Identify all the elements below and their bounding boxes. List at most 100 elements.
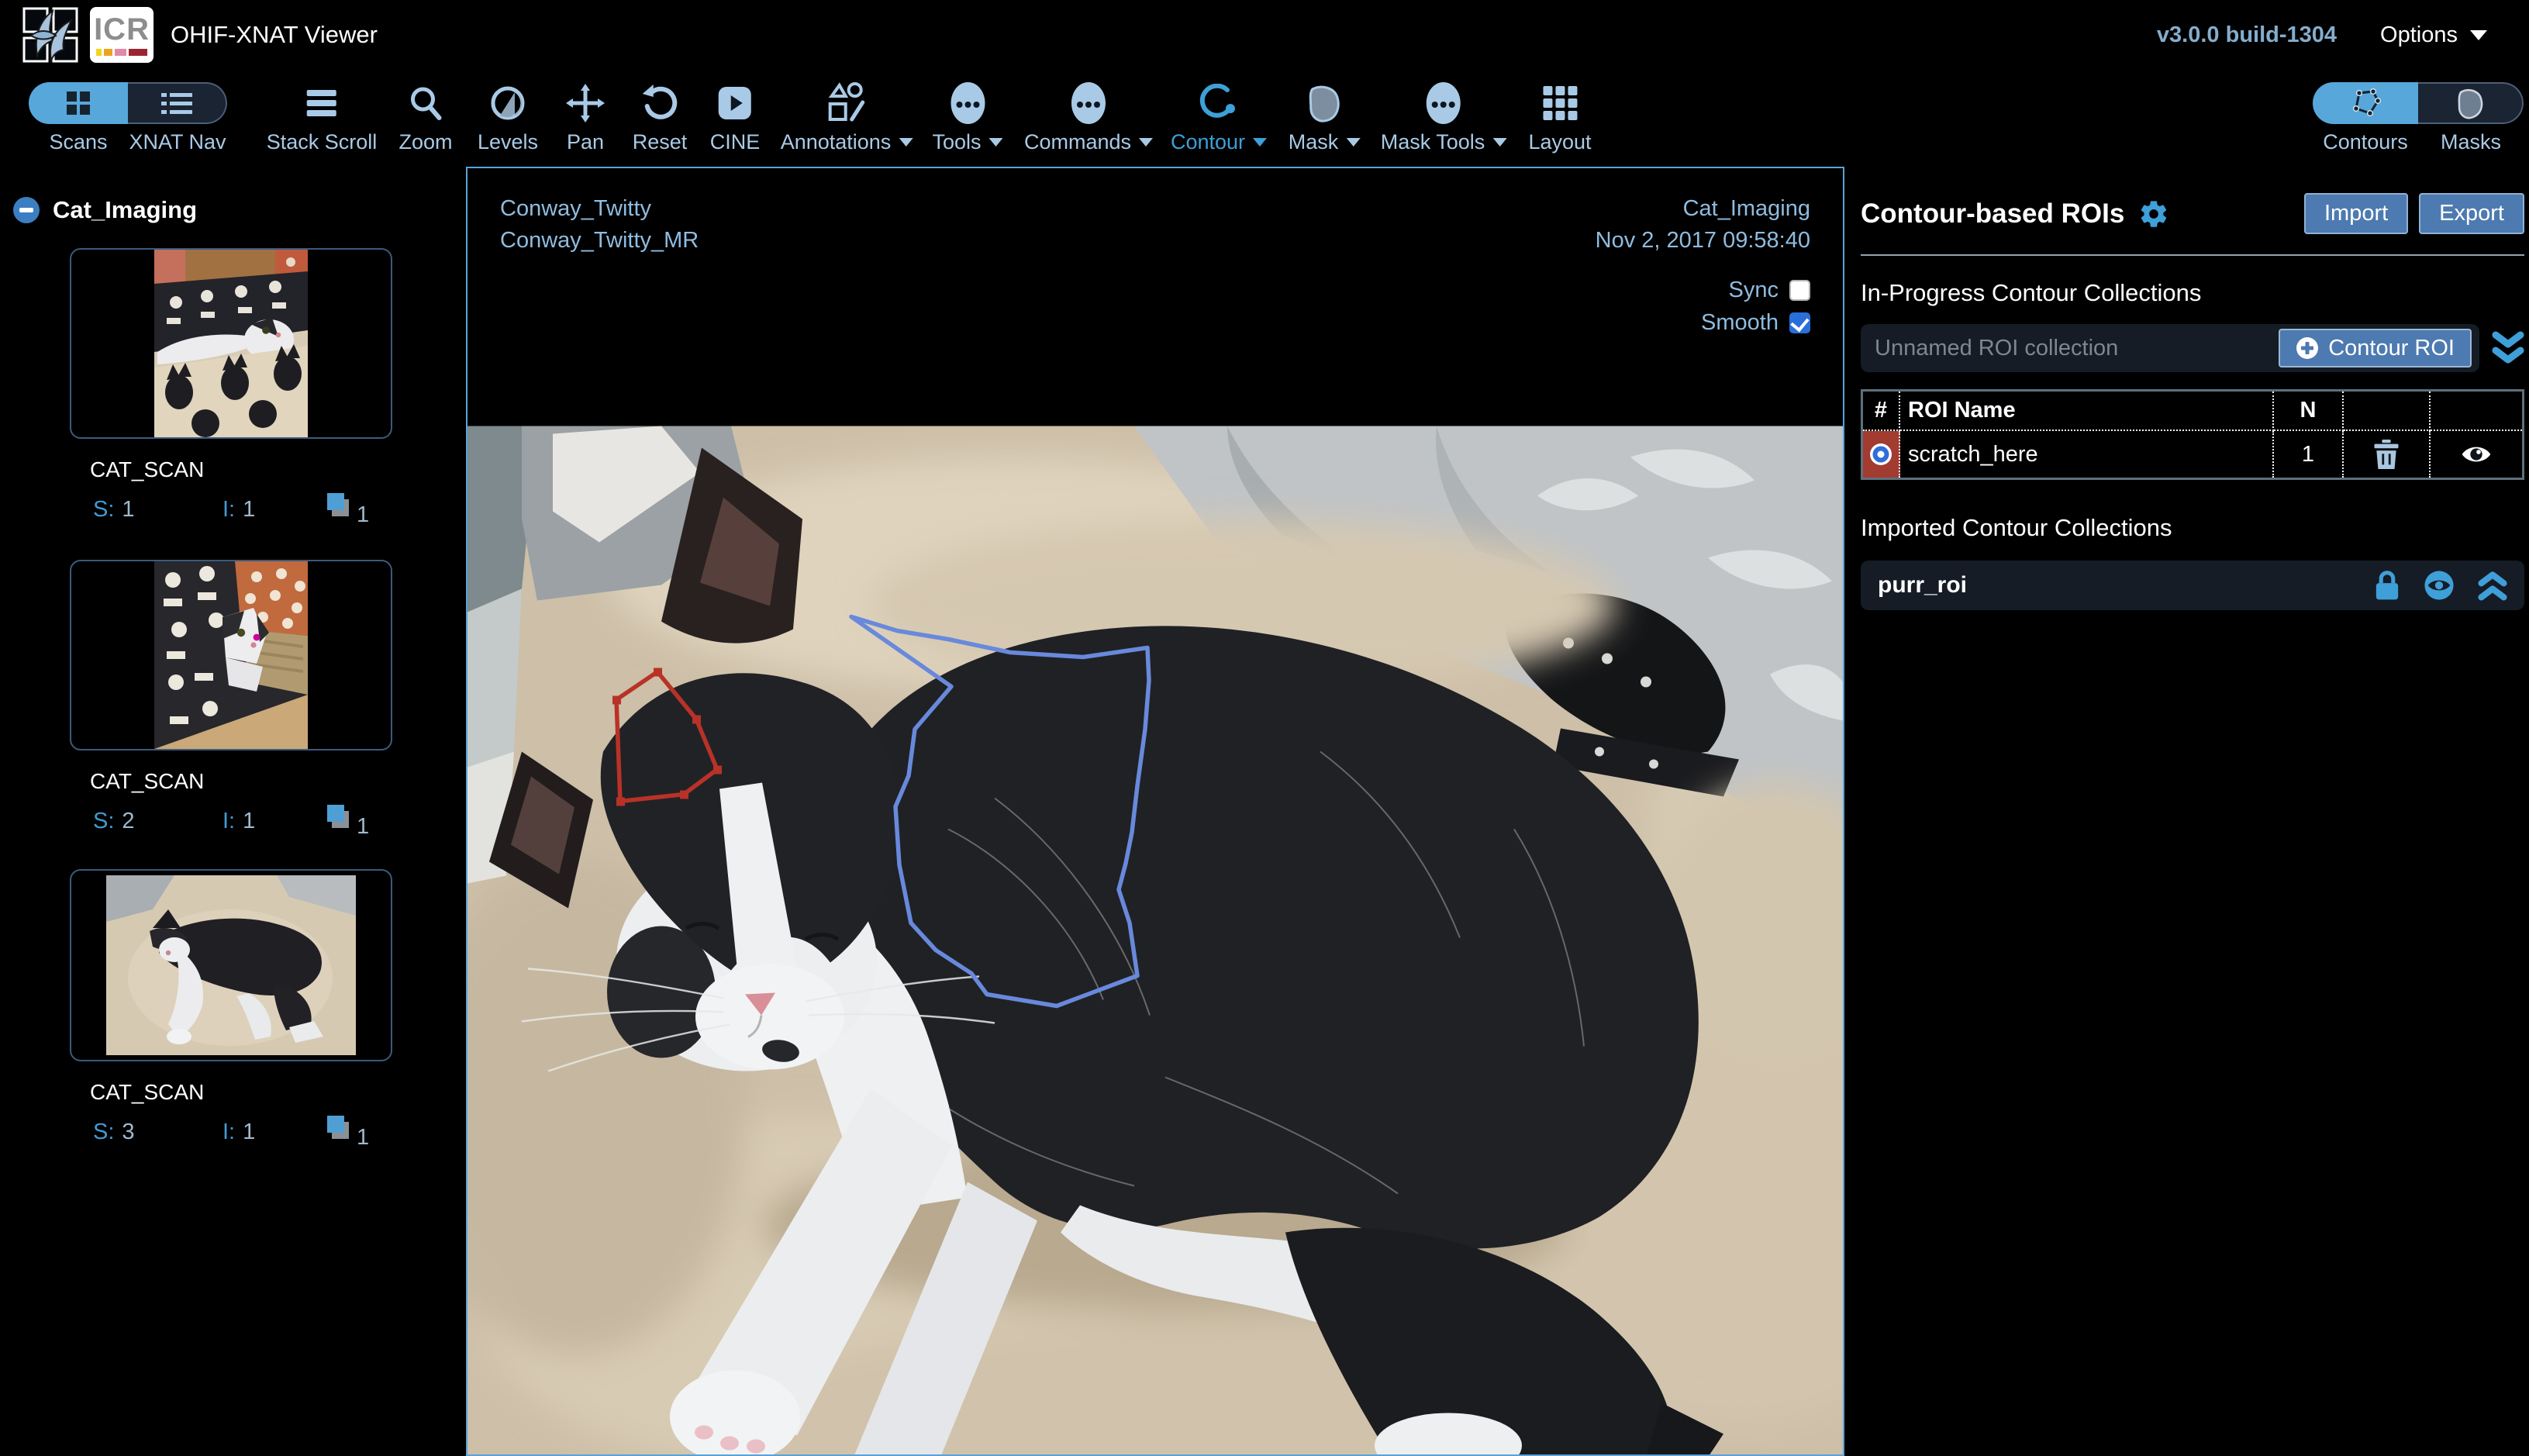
app-title: OHIF-XNAT Viewer — [171, 21, 378, 49]
lock-icon — [2374, 570, 2400, 601]
viewport-toggles: Sync Smooth — [1701, 269, 1810, 334]
thumbnail-image — [106, 875, 356, 1055]
image-viewport[interactable]: Conway_Twitty Conway_Twitty_MR Cat_Imagi… — [466, 167, 1844, 1456]
eye-circle-icon — [2424, 570, 2455, 601]
toolbar-mask[interactable]: Mask — [1289, 79, 1361, 154]
scan-stats: S:1 I:1 1 — [93, 492, 466, 528]
scan-name: CAT_SCAN — [90, 457, 466, 482]
in-progress-heading: In-Progress Contour Collections — [1861, 279, 2524, 307]
roi-n-cell: 1 — [2274, 431, 2344, 478]
expand-collection-button[interactable] — [2478, 569, 2507, 602]
scan-item: CAT_SCAN S:1 I:1 1 — [0, 248, 466, 528]
blob-icon — [1306, 83, 1342, 123]
chevron-down-icon — [899, 138, 913, 147]
scan-stats: S:2 I:1 1 — [93, 803, 466, 840]
smooth-checkbox[interactable] — [1789, 312, 1810, 333]
toolbar-tools[interactable]: Tools — [932, 79, 1002, 154]
chevron-down-icon — [989, 138, 1003, 147]
chevron-down-icon — [1492, 138, 1506, 147]
toolbar-stack-scroll[interactable]: Stack Scroll — [267, 79, 378, 154]
contours-toggle-label: Contours — [2313, 130, 2418, 154]
scan-sidebar: Cat_Imaging CAT_SCAN S:1 I:1 — [0, 167, 466, 1456]
col-n: N — [2274, 392, 2344, 431]
toggle-scans[interactable] — [29, 82, 128, 124]
toolbar-reset[interactable]: Reset — [633, 79, 688, 154]
toolbar-commands[interactable]: Commands — [1024, 79, 1153, 154]
smooth-label: Smooth — [1701, 310, 1779, 336]
thumbnail-image — [154, 561, 308, 749]
col-hash: # — [1863, 392, 1900, 431]
frames-stack-icon — [326, 1114, 352, 1142]
scan-thumbnail[interactable] — [70, 560, 392, 750]
scan-thumbnail[interactable] — [70, 869, 392, 1061]
chevron-down-icon — [1346, 138, 1360, 147]
trash-icon — [2373, 440, 2400, 469]
import-button[interactable]: Import — [2304, 193, 2408, 234]
toolbar-annotations[interactable]: Annotations — [781, 79, 913, 154]
contour-roi-panel: Contour-based ROIs Import Export In-Prog… — [1846, 167, 2529, 1456]
scan-name: CAT_SCAN — [90, 1080, 466, 1105]
sync-checkbox[interactable] — [1789, 280, 1810, 301]
col-visibility — [2431, 392, 2522, 431]
lock-button[interactable] — [2374, 570, 2400, 601]
grid-3x3-icon — [1541, 85, 1578, 122]
icr-logo-bars — [96, 49, 147, 56]
list-icon — [161, 91, 192, 115]
session-name: Conway_Twitty_MR — [500, 225, 699, 257]
collapse-minus-icon[interactable] — [12, 196, 40, 224]
sync-label: Sync — [1729, 278, 1779, 303]
masks-toggle-label: Masks — [2418, 130, 2524, 154]
toggle-masks[interactable] — [2418, 82, 2524, 124]
toolbar-zoom[interactable]: Zoom — [398, 79, 452, 154]
ellipse-dots-icon — [1068, 81, 1109, 125]
toolbar-contour[interactable]: Contour — [1171, 79, 1267, 154]
chevron-down-icon — [2470, 30, 2487, 40]
add-contour-roi-button[interactable]: Contour ROI — [2279, 329, 2472, 367]
options-menu-button[interactable]: Options — [2380, 22, 2487, 48]
options-label: Options — [2380, 22, 2458, 48]
double-chevron-up-icon — [2478, 569, 2507, 602]
eye-icon — [2461, 443, 2492, 466]
toolbar-layout[interactable]: Layout — [1528, 79, 1591, 154]
blob-icon — [2455, 87, 2485, 119]
roi-name-cell[interactable]: scratch_here — [1900, 431, 2274, 478]
collapse-collection-button[interactable] — [2492, 330, 2524, 366]
scan-stats: S:3 I:1 1 — [93, 1114, 466, 1151]
rotate-ccw-icon — [641, 85, 678, 122]
export-button[interactable]: Export — [2419, 193, 2524, 234]
toggle-collection-visibility-button[interactable] — [2424, 570, 2455, 601]
xnat-logo — [22, 6, 79, 64]
double-chevron-down-icon — [2492, 330, 2524, 366]
toggle-xnat-nav[interactable] — [128, 82, 227, 124]
frames-stack-icon — [326, 492, 352, 519]
move-arrows-icon — [566, 84, 605, 122]
app-header: ICR OHIF-XNAT Viewer v3.0.0 build-1304 O… — [0, 0, 2529, 70]
viewport-overlay-topright: Cat_Imaging Nov 2, 2017 09:58:40 — [1596, 193, 1810, 257]
imported-heading: Imported Contour Collections — [1861, 514, 2524, 542]
toolbar-pan[interactable]: Pan — [566, 79, 605, 154]
toolbar-levels[interactable]: Levels — [478, 79, 538, 154]
magnifier-icon — [407, 85, 444, 122]
viewport-image — [468, 426, 1843, 1456]
play-icon — [717, 85, 753, 121]
toolbar-mask-tools[interactable]: Mask Tools — [1381, 79, 1507, 154]
col-roi-name: ROI Name — [1900, 392, 2274, 431]
scan-thumbnail[interactable] — [70, 248, 392, 439]
toolbar: Scans XNAT Nav Stack Scroll Zoom Levels … — [0, 70, 2529, 167]
study-label: Cat_Imaging — [53, 196, 197, 224]
toggle-roi-visibility-button[interactable] — [2431, 431, 2522, 478]
frames-stack-icon — [326, 803, 352, 831]
icr-logo: ICR — [90, 7, 154, 63]
chevron-down-icon — [1139, 138, 1153, 147]
circular-arrow-icon — [1199, 84, 1238, 122]
collection-name-input[interactable] — [1875, 336, 2279, 361]
roi-color-swatch[interactable] — [1863, 431, 1900, 478]
delete-roi-button[interactable] — [2344, 431, 2431, 478]
imported-collection-name: purr_roi — [1878, 572, 1967, 599]
toggle-contours[interactable] — [2313, 82, 2418, 124]
gear-icon[interactable] — [2138, 198, 2169, 229]
contours-masks-toggle — [2313, 82, 2524, 124]
chevron-down-icon — [1253, 138, 1267, 147]
toolbar-cine[interactable]: CINE — [710, 79, 761, 154]
icr-logo-text: ICR — [94, 14, 150, 45]
